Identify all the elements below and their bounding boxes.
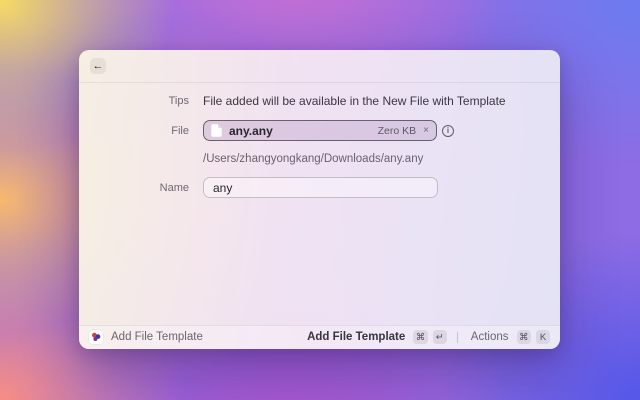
arrow-left-icon: ← bbox=[93, 60, 104, 72]
add-file-template-window: ← Tips File added will be available in t… bbox=[79, 50, 560, 349]
back-button[interactable]: ← bbox=[90, 58, 106, 74]
extension-title: Add File Template bbox=[111, 331, 203, 343]
actions-button[interactable]: Actions bbox=[471, 331, 509, 343]
file-path: /Users/zhangyongkang/Downloads/any.any bbox=[203, 153, 423, 165]
close-icon[interactable]: × bbox=[423, 126, 429, 136]
file-chip-name: any.any bbox=[229, 124, 378, 138]
footer-divider bbox=[457, 332, 458, 343]
command-key-icon: ⌘ bbox=[413, 330, 428, 344]
name-label: Name bbox=[139, 182, 189, 194]
k-key-icon: K bbox=[536, 330, 550, 344]
command-key-icon: ⌘ bbox=[517, 330, 532, 344]
file-size-badge: Zero KB bbox=[378, 125, 417, 137]
footer-right: Add File Template ⌘ ↵ Actions ⌘ K bbox=[307, 330, 550, 344]
primary-action-button[interactable]: Add File Template bbox=[307, 331, 405, 343]
tips-text: File added will be available in the New … bbox=[203, 94, 506, 108]
info-icon[interactable]: i bbox=[442, 125, 454, 137]
template-extension-icon bbox=[89, 330, 103, 344]
file-label: File bbox=[139, 125, 189, 137]
desktop-background: ← Tips File added will be available in t… bbox=[0, 0, 640, 400]
tips-label: Tips bbox=[139, 95, 189, 107]
footer-left: Add File Template bbox=[89, 330, 307, 344]
file-chip[interactable]: any.any Zero KB × bbox=[203, 120, 437, 141]
name-input[interactable] bbox=[203, 177, 438, 198]
file-icon bbox=[211, 124, 222, 137]
return-key-icon: ↵ bbox=[433, 330, 447, 344]
action-bar: Add File Template Add File Template ⌘ ↵ … bbox=[79, 325, 560, 350]
window-header: ← bbox=[79, 50, 560, 83]
